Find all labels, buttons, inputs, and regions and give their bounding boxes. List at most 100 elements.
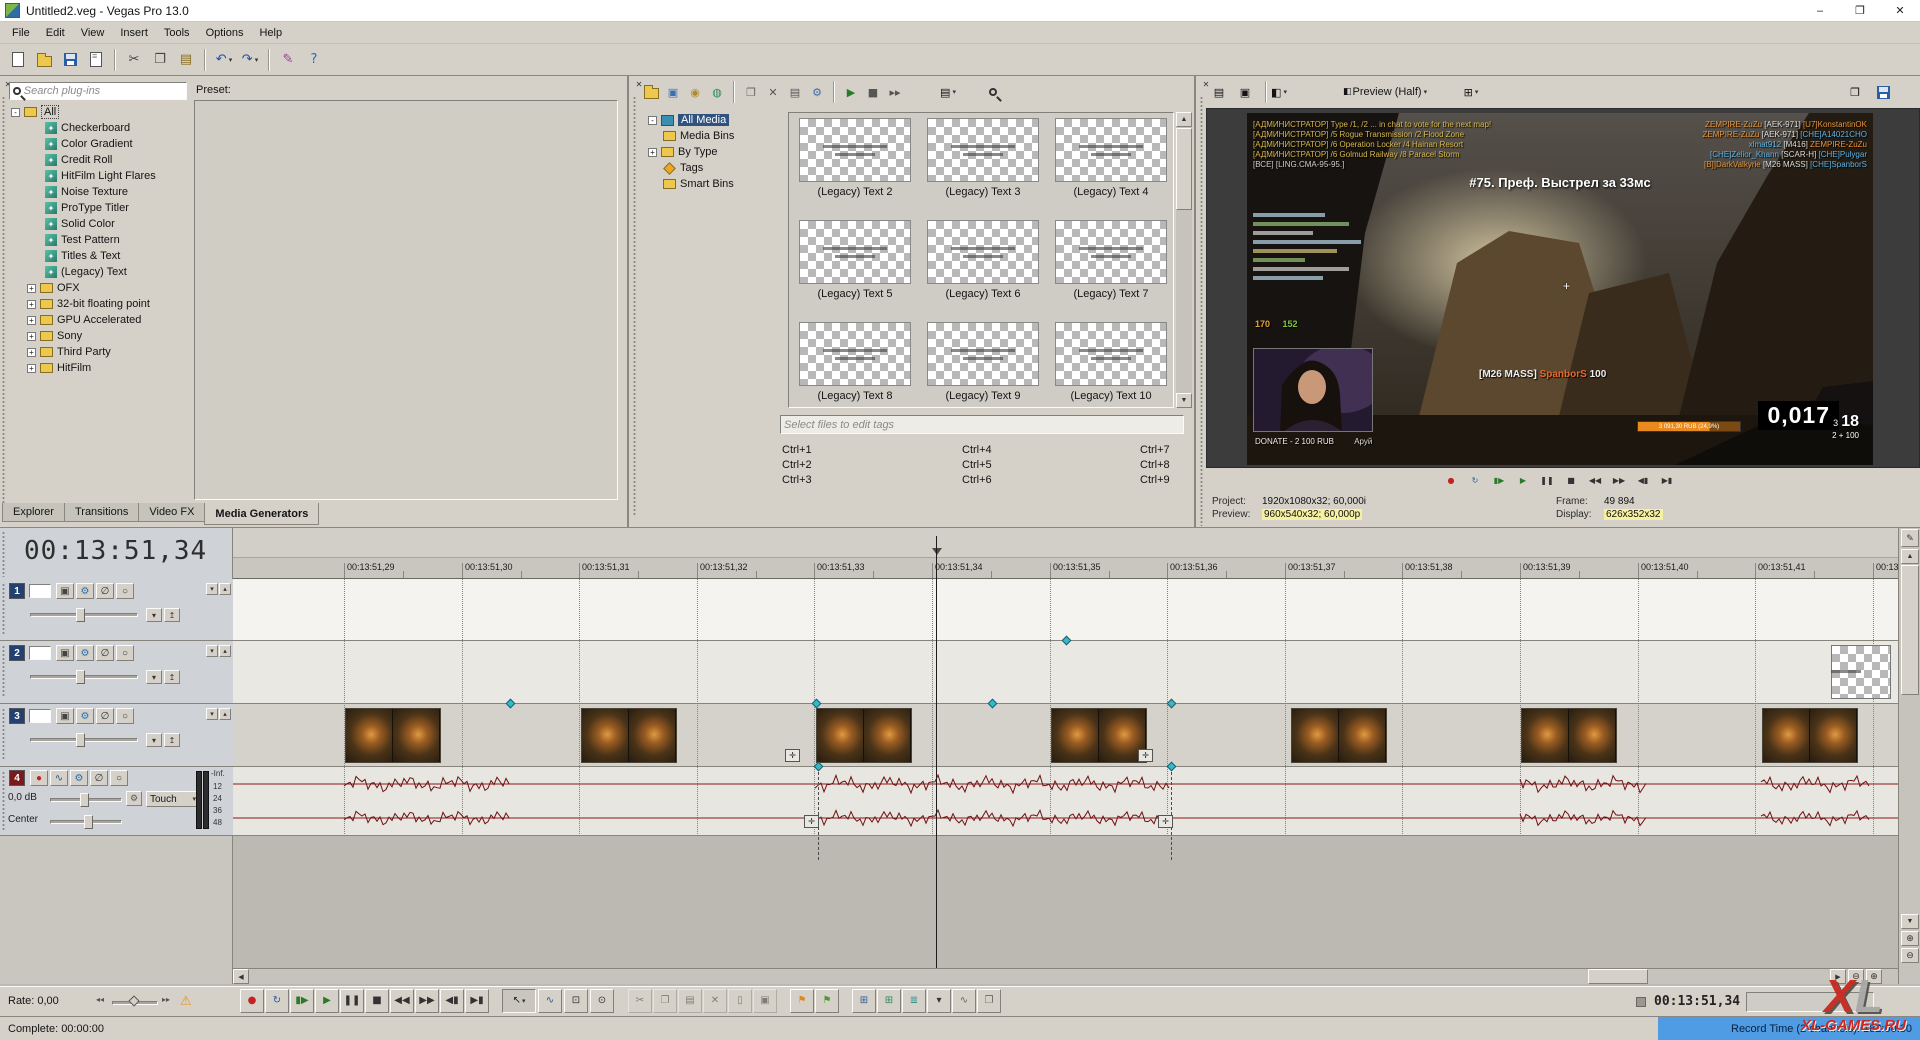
volume-slider-thumb[interactable] xyxy=(80,793,89,807)
video-event[interactable] xyxy=(581,708,677,763)
ignore-event-grouping-button[interactable]: ❐ xyxy=(977,989,1001,1013)
video-event[interactable] xyxy=(1762,708,1858,763)
maximize-track-button[interactable]: ▴ xyxy=(219,708,231,720)
transport-timecode[interactable]: 00:13:51,34 xyxy=(1654,994,1740,1009)
insert-envelope-button[interactable]: ∿ xyxy=(50,770,68,786)
track-2-content[interactable] xyxy=(233,641,1898,704)
menu-file[interactable]: File xyxy=(4,24,38,42)
track-fx-button[interactable]: ⚙ xyxy=(76,583,94,599)
menu-tools[interactable]: Tools xyxy=(156,24,198,42)
track-zoom-in-icon[interactable]: ⊕ xyxy=(1901,931,1919,946)
extract-audio-cd-button[interactable]: ◉ xyxy=(684,81,706,103)
maximize-track-button[interactable]: ▴ xyxy=(219,583,231,595)
plugins-tree-item-credit-roll[interactable]: ✦Credit Roll xyxy=(9,152,187,168)
track-1-content[interactable] xyxy=(233,579,1898,641)
stop-preview-button[interactable]: ■ xyxy=(862,81,884,103)
envelope-edit-handle[interactable]: ✛ xyxy=(804,815,819,828)
redo-button[interactable]: ↷▾ xyxy=(237,47,263,73)
panel-grip[interactable] xyxy=(632,96,637,516)
play-from-start-button[interactable]: ▮▶ xyxy=(1488,470,1510,492)
media-properties-button[interactable]: ▤ xyxy=(784,81,806,103)
expand-icon[interactable]: + xyxy=(27,332,36,341)
media-item[interactable]: (Legacy) Text 9 xyxy=(923,320,1045,408)
track-fx-button[interactable]: ⚙ xyxy=(70,770,88,786)
play-button[interactable]: ▶ xyxy=(1512,470,1534,492)
timeline-horizontal-scrollbar[interactable]: ◀ ▶ ⊖ ⊕ xyxy=(233,968,1898,984)
track-name-field[interactable] xyxy=(29,709,51,723)
preview-quality-button[interactable]: ◧ Preview (Half) ▾ xyxy=(1338,81,1432,103)
automation-settings-button[interactable]: ▾ xyxy=(146,733,162,747)
lock-envelopes-to-events-button[interactable]: ∿ xyxy=(952,989,976,1013)
capture-video-button[interactable]: ▣ xyxy=(662,81,684,103)
go-to-end-button[interactable]: ▶▶ xyxy=(1608,470,1630,492)
menu-insert[interactable]: Insert xyxy=(112,24,156,42)
paste-event-button[interactable]: ▤ xyxy=(678,989,702,1013)
go-to-start-button[interactable]: ◀◀ xyxy=(1584,470,1606,492)
scroll-up-icon[interactable]: ▲ xyxy=(1176,112,1192,127)
collapse-icon[interactable]: - xyxy=(648,116,657,125)
tab-explorer[interactable]: Explorer xyxy=(2,503,65,522)
close-button[interactable]: ✕ xyxy=(1880,0,1920,21)
plugins-tree-item-all[interactable]: -All xyxy=(9,104,187,120)
media-item[interactable]: (Legacy) Text 8 xyxy=(795,320,917,408)
scrollbar-thumb[interactable] xyxy=(1901,565,1919,695)
insert-region-button[interactable]: ⚑ xyxy=(815,989,839,1013)
marker-bar[interactable] xyxy=(233,528,1898,558)
media-item[interactable]: (Legacy) Text 4 xyxy=(1051,116,1173,214)
track-number[interactable]: 2 xyxy=(9,645,25,661)
plugins-tree-item-sony[interactable]: +Sony xyxy=(9,328,187,344)
media-tree-item-media-bins[interactable]: Media Bins xyxy=(646,128,782,144)
scroll-up-icon[interactable]: ▲ xyxy=(1901,549,1919,564)
video-event[interactable] xyxy=(1291,708,1387,763)
project-video-properties-button[interactable]: ▤ xyxy=(1208,81,1230,103)
search-plugins-input[interactable] xyxy=(24,85,183,97)
insert-marker-button[interactable]: ⚑ xyxy=(790,989,814,1013)
timeline-vertical-scrollbar[interactable]: ✎ ▲ ▼ ⊕ ⊖ xyxy=(1898,528,1920,984)
minimize-button[interactable]: – xyxy=(1800,0,1840,21)
automation-settings-button[interactable]: ▾ xyxy=(146,670,162,684)
remove-selected-media-button[interactable]: ✕ xyxy=(762,81,784,103)
tab-transitions[interactable]: Transitions xyxy=(64,503,139,522)
slip-edit-handle[interactable]: ✛ xyxy=(785,749,800,762)
compositing-mode-button[interactable]: ↥ xyxy=(164,608,180,622)
save-snapshot-button[interactable] xyxy=(1872,81,1894,103)
solo-button[interactable]: ○ xyxy=(116,708,134,724)
mute-button[interactable]: ∅ xyxy=(90,770,108,786)
automation-settings-button[interactable]: ⚙ xyxy=(126,791,142,806)
panel-grip[interactable] xyxy=(1,96,6,516)
video-event[interactable] xyxy=(1831,645,1891,699)
plugins-tree-item-hitfilm-light-flares[interactable]: ✦HitFilm Light Flares xyxy=(9,168,187,184)
timeline-ruler[interactable]: 00:13:51,2900:13:51,3000:13:51,3100:13:5… xyxy=(233,558,1898,579)
level-slider-thumb[interactable] xyxy=(76,670,85,684)
compositing-mode-button[interactable]: ↥ xyxy=(164,733,180,747)
track-number[interactable]: 4 xyxy=(9,770,25,786)
stop-button[interactable]: ■ xyxy=(1560,470,1582,492)
import-media-button[interactable] xyxy=(640,81,662,103)
level-slider-thumb[interactable] xyxy=(76,733,85,747)
media-tree-item-by-type[interactable]: +By Type xyxy=(646,144,782,160)
delete-event-button[interactable]: ✕ xyxy=(703,989,727,1013)
pan-slider-thumb[interactable] xyxy=(84,815,93,829)
quantize-to-frames-button[interactable]: ⊞ xyxy=(877,989,901,1013)
expand-icon[interactable]: + xyxy=(27,348,36,357)
video-output-fx-button[interactable]: ◧▾ xyxy=(1268,81,1290,103)
track-number[interactable]: 3 xyxy=(9,708,25,724)
track-grip[interactable] xyxy=(1,708,6,761)
maximize-button[interactable]: ❐ xyxy=(1840,0,1880,21)
plugins-tree-item-checkerboard[interactable]: ✦Checkerboard xyxy=(9,120,187,136)
scroll-down-icon[interactable]: ▼ xyxy=(1901,914,1919,929)
track-header-4[interactable]: 4●∿⚙∅○0,0 dB⚙Touch▾Center-Inf.12243648 xyxy=(0,767,233,836)
auto-ripple-button[interactable]: ≣ xyxy=(902,989,926,1013)
playhead-cursor[interactable] xyxy=(936,536,937,968)
video-event[interactable] xyxy=(816,708,912,763)
track-motion-button[interactable]: ▣ xyxy=(56,708,74,724)
track-fx-button[interactable]: ⚙ xyxy=(76,708,94,724)
expand-icon[interactable]: + xyxy=(648,148,657,157)
solo-button[interactable]: ○ xyxy=(110,770,128,786)
remove-all-unused-media-button[interactable]: ❐ xyxy=(740,81,762,103)
paste-button[interactable]: ▤ xyxy=(173,47,199,73)
whats-this-help-button[interactable]: ? xyxy=(301,47,327,73)
panel-grip[interactable] xyxy=(1199,96,1204,526)
play-button[interactable]: ▶ xyxy=(315,989,339,1013)
pause-button[interactable]: ❚❚ xyxy=(1536,470,1558,492)
